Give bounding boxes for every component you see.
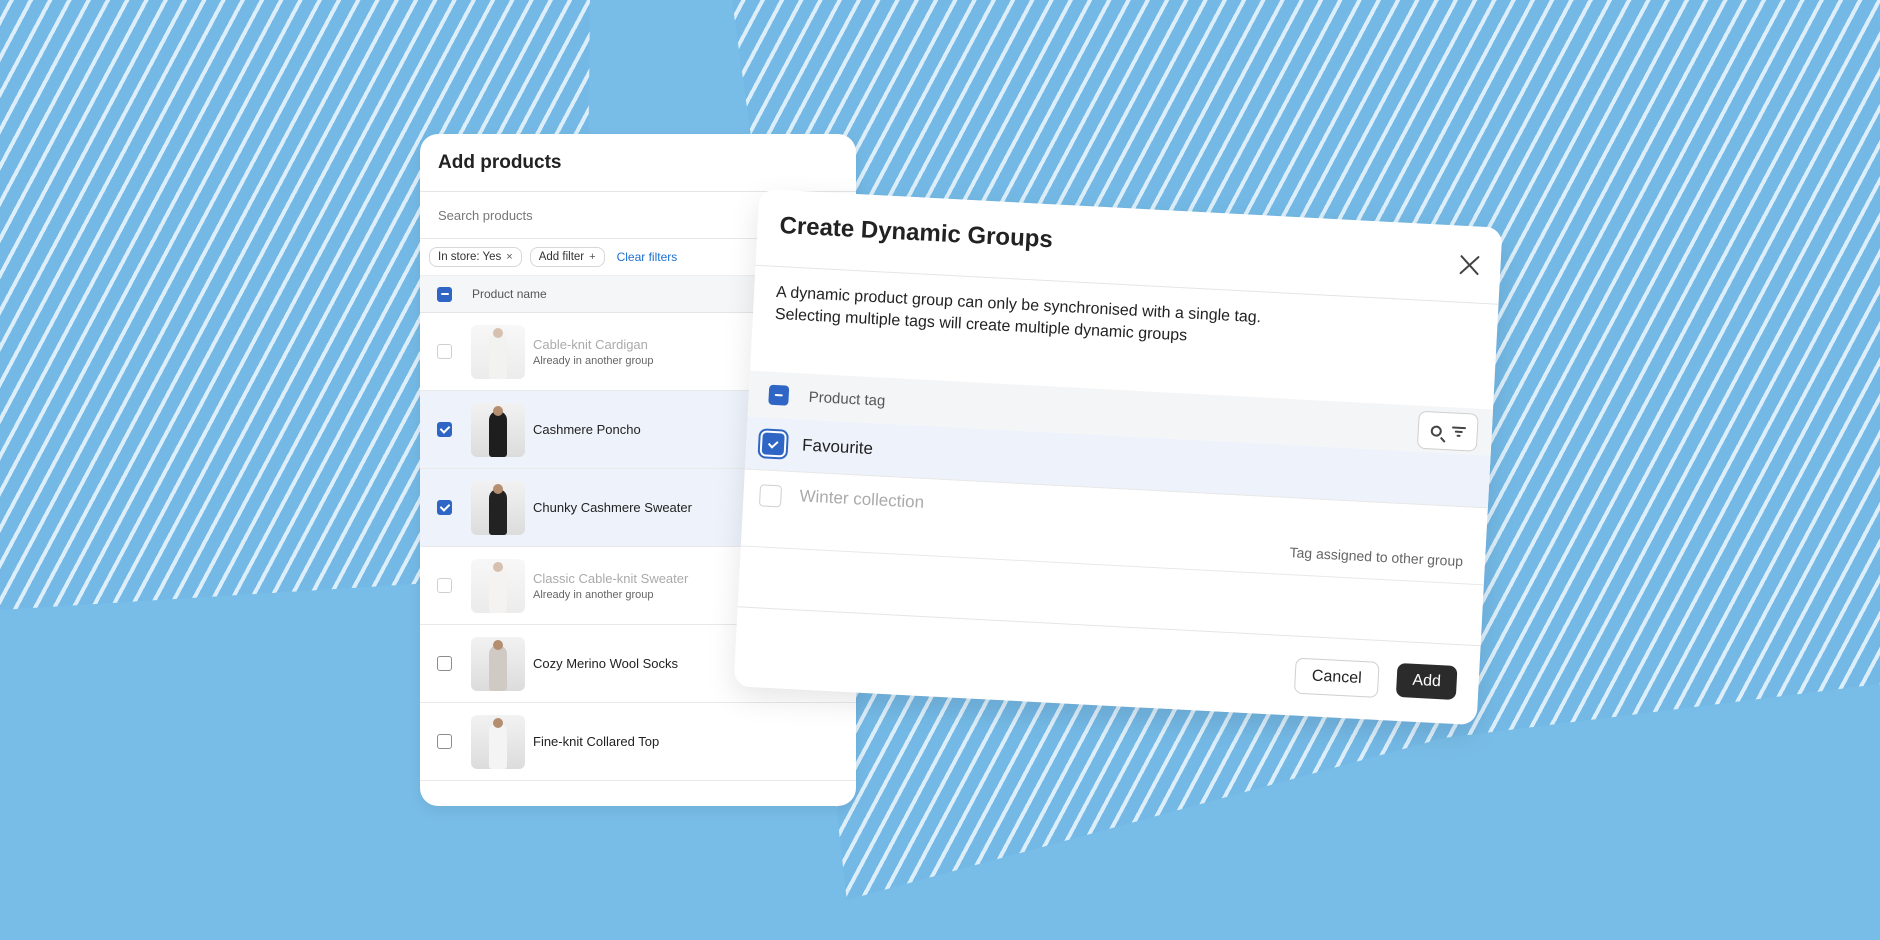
product-thumbnail	[471, 480, 525, 535]
product-status: Already in another group	[533, 354, 654, 367]
dialog-description: A dynamic product group can only be sync…	[774, 282, 1262, 351]
product-name: Cable-knit Cardigan	[533, 336, 648, 352]
remove-filter-icon[interactable]: ×	[506, 251, 512, 263]
filter-icon	[1451, 426, 1466, 437]
product-thumbnail	[471, 402, 525, 457]
tag-checkbox-disabled	[758, 484, 783, 508]
product-name: Fine-knit Collared Top	[533, 734, 660, 749]
product-checkbox[interactable]	[437, 500, 452, 515]
column-header-product-tag: Product tag	[808, 388, 886, 410]
filter-chip-label: In store: Yes	[438, 251, 502, 263]
product-info: Cashmere Poncho	[533, 422, 641, 437]
cancel-button[interactable]: Cancel	[1293, 657, 1380, 698]
product-name: Cozy Merino Wool Socks	[533, 656, 678, 671]
product-info: Fine-knit Collared Top	[533, 734, 659, 749]
product-thumbnail	[471, 636, 525, 691]
column-header-product-name: Product name	[472, 287, 547, 301]
product-checkbox[interactable]	[437, 422, 452, 437]
add-filter-label: Add filter	[538, 251, 585, 263]
product-info: Chunky Cashmere Sweater	[533, 500, 692, 515]
product-checkbox[interactable]	[437, 734, 452, 749]
search-icon	[1430, 424, 1442, 437]
tag-checkbox[interactable]	[761, 432, 785, 456]
product-checkbox	[437, 344, 452, 359]
select-all-checkbox[interactable]	[437, 286, 452, 302]
product-name: Cashmere Poncho	[533, 422, 641, 437]
product-info: Cable-knit Cardigan Already in another gr…	[533, 337, 653, 367]
add-button[interactable]: Add	[1395, 662, 1458, 701]
product-row[interactable]: Fine-knit Collared Top	[420, 703, 856, 781]
filter-chip-in-store[interactable]: In store: Yes ×	[429, 247, 522, 267]
tag-label: Favourite	[801, 435, 874, 459]
product-checkbox	[437, 578, 452, 593]
search-filter-button[interactable]	[1416, 410, 1479, 452]
close-icon[interactable]	[1456, 251, 1483, 278]
product-thumbnail	[471, 714, 525, 769]
add-filter-button[interactable]: Add filter +	[529, 247, 605, 267]
product-info: Cozy Merino Wool Socks	[533, 656, 678, 671]
tag-label: Winter collection	[799, 486, 925, 512]
product-thumbnail	[471, 324, 525, 379]
product-info: Classic Cable-knit Sweater Already in ano…	[533, 571, 688, 601]
select-all-tags-checkbox[interactable]	[768, 384, 790, 406]
create-dynamic-groups-dialog: Create Dynamic Groups A dynamic product …	[733, 188, 1503, 726]
product-checkbox[interactable]	[437, 656, 452, 671]
product-thumbnail	[471, 558, 525, 613]
clear-filters-link[interactable]: Clear filters	[617, 250, 678, 264]
plus-icon: +	[589, 251, 596, 263]
dialog-title: Create Dynamic Groups	[778, 211, 1054, 254]
tag-assigned-note: Tag assigned to other group	[1289, 544, 1464, 570]
product-status: Already in another group	[533, 588, 654, 601]
product-name: Chunky Cashmere Sweater	[533, 500, 692, 515]
product-name: Classic Cable-knit Sweater	[533, 570, 689, 586]
panel-title: Add products	[420, 134, 856, 192]
divider	[737, 606, 1481, 647]
